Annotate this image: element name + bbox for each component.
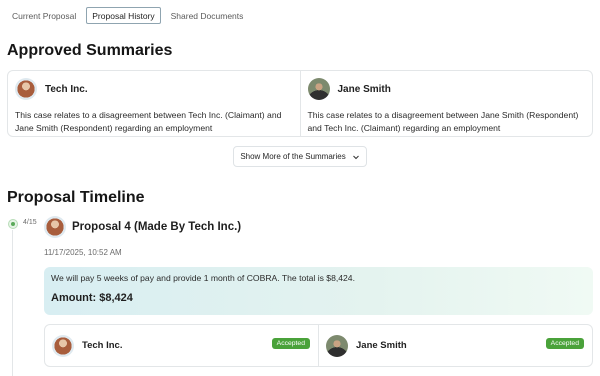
timeline-step: 4/15 bbox=[23, 219, 37, 226]
response-party-name: Jane Smith bbox=[356, 340, 407, 351]
summary-author-name: Jane Smith bbox=[337, 83, 391, 95]
tab-shared-documents[interactable]: Shared Documents bbox=[165, 7, 250, 24]
summary-tech-inc: Tech Inc. This case relates to a disagre… bbox=[8, 71, 300, 136]
approved-summaries-heading: Approved Summaries bbox=[7, 42, 173, 59]
summary-text: This case relates to a disagreement betw… bbox=[307, 110, 579, 133]
tab-bar: Current Proposal Proposal History Shared… bbox=[6, 7, 249, 24]
avatar bbox=[52, 334, 74, 357]
response-jane-smith: Jane Smith Accepted bbox=[318, 325, 592, 366]
status-badge: Accepted bbox=[271, 338, 310, 349]
avatar bbox=[326, 334, 348, 357]
show-more-summaries-button[interactable]: Show More of the Summaries bbox=[233, 146, 367, 167]
summaries-card: Tech Inc. This case relates to a disagre… bbox=[7, 70, 593, 137]
avatar bbox=[44, 216, 66, 238]
summary-jane-smith: Jane Smith This case relates to a disagr… bbox=[299, 71, 593, 136]
response-tech-inc: Tech Inc. Accepted bbox=[45, 325, 318, 366]
proposal-details-card: We will pay 5 weeks of pay and provide 1… bbox=[44, 267, 593, 315]
tab-current-proposal[interactable]: Current Proposal bbox=[6, 7, 82, 24]
avatar bbox=[15, 78, 37, 100]
proposal-title: Proposal 4 (Made By Tech Inc.) bbox=[72, 221, 242, 233]
show-more-label: Show More of the Summaries bbox=[240, 152, 346, 161]
proposal-amount: Amount: $8,424 bbox=[51, 292, 133, 304]
check-circle-icon bbox=[8, 219, 18, 229]
summary-text: This case relates to a disagreement betw… bbox=[15, 110, 282, 133]
chevron-down-icon bbox=[352, 155, 359, 159]
summary-author-name: Tech Inc. bbox=[45, 83, 88, 95]
proposal-timestamp: 11/17/2025, 10:52 AM bbox=[44, 248, 122, 257]
proposal-description: We will pay 5 weeks of pay and provide 1… bbox=[51, 273, 355, 283]
avatar bbox=[307, 78, 330, 100]
proposal-timeline-heading: Proposal Timeline bbox=[7, 189, 145, 206]
timeline-line bbox=[12, 230, 13, 376]
tab-proposal-history[interactable]: Proposal History bbox=[86, 7, 161, 24]
status-badge: Accepted bbox=[545, 338, 584, 349]
response-party-name: Tech Inc. bbox=[82, 340, 123, 351]
proposal-header: Proposal 4 (Made By Tech Inc.) bbox=[44, 216, 241, 238]
responses-card: Tech Inc. Accepted Jane Smith Accepted bbox=[44, 324, 593, 367]
